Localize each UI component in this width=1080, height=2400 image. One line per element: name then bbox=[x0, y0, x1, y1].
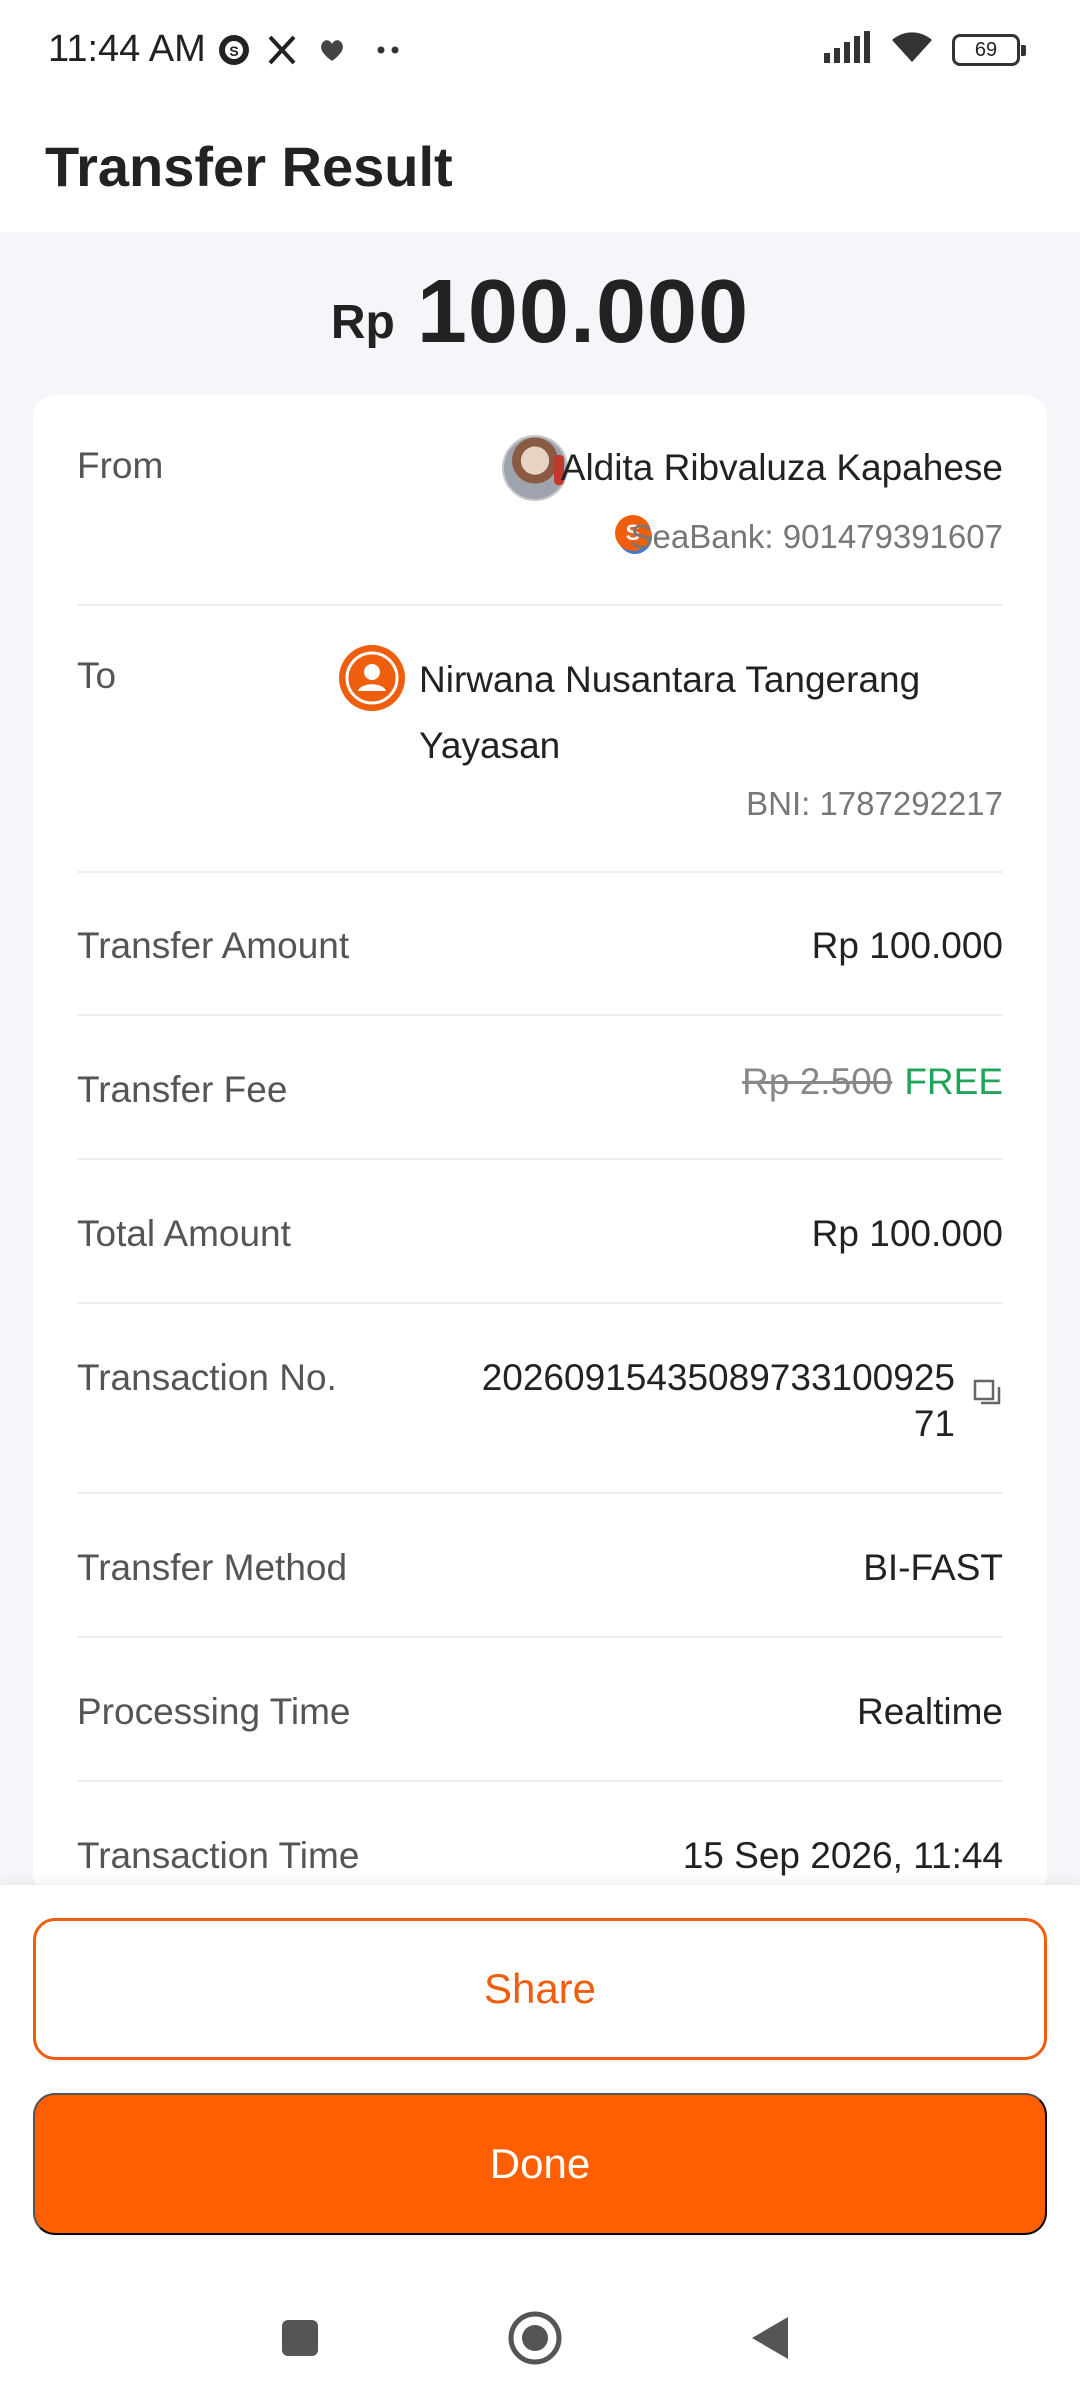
svg-text:S: S bbox=[229, 43, 238, 59]
transaction-no-line2: 71 bbox=[913, 1403, 955, 1444]
status-bar: 11:44 AM S 69 bbox=[0, 0, 1080, 104]
copy-icon[interactable] bbox=[971, 1377, 1003, 1409]
transaction-no-label: Transaction No. bbox=[77, 1357, 337, 1398]
transfer-fee-value: Rp 2.500 FREE bbox=[742, 1061, 1003, 1103]
recipient-account: BNI: 1787292217 bbox=[746, 785, 1003, 822]
amount-header: Rp 100.000 bbox=[0, 232, 1080, 392]
divider bbox=[77, 1158, 1003, 1160]
recipient-avatar bbox=[339, 645, 405, 711]
free-badge: FREE bbox=[904, 1061, 1003, 1102]
transfer-amount-value: Rp 100.000 bbox=[811, 925, 1003, 966]
to-row: To Nirwana Nusantara Tangerang Yayasan B… bbox=[77, 645, 1003, 825]
from-row: From Aldita Ribvaluza Kapahese S SeaBank… bbox=[77, 435, 1003, 595]
to-label: To bbox=[77, 655, 117, 696]
battery-icon: 69 bbox=[952, 33, 1026, 66]
signal-icon bbox=[822, 31, 872, 68]
recipient-name-line1: Nirwana Nusantara Tangerang bbox=[419, 659, 921, 700]
from-label: From bbox=[77, 445, 164, 486]
x-icon bbox=[262, 30, 302, 70]
user-icon bbox=[345, 651, 399, 705]
done-button[interactable]: Done bbox=[33, 2093, 1047, 2235]
total-amount-row: Total Amount Rp 100.000 bbox=[77, 1213, 1003, 1273]
processing-time-row: Processing Time Realtime bbox=[77, 1691, 1003, 1751]
sender-name: Aldita Ribvaluza Kapahese bbox=[560, 447, 1003, 488]
transfer-method-label: Transfer Method bbox=[77, 1547, 348, 1588]
sender-account: SeaBank: 901479391607 bbox=[630, 518, 1003, 555]
amount-value: 100.000 bbox=[416, 261, 750, 362]
transfer-details-card: From Aldita Ribvaluza Kapahese S SeaBank… bbox=[33, 395, 1047, 1895]
back-icon[interactable] bbox=[740, 2308, 800, 2368]
heart-icon bbox=[312, 30, 352, 70]
processing-time-label: Processing Time bbox=[77, 1691, 351, 1732]
transfer-fee-row: Transfer Fee Rp 2.500 FREE bbox=[77, 1061, 1003, 1121]
home-icon[interactable] bbox=[505, 2308, 565, 2368]
divider bbox=[77, 1492, 1003, 1494]
transaction-no-line1: 2026091543508973310092​5 bbox=[481, 1357, 955, 1398]
transfer-fee-label: Transfer Fee bbox=[77, 1069, 288, 1110]
system-nav-bar bbox=[0, 2260, 1080, 2400]
sender-avatar bbox=[502, 435, 568, 501]
transfer-amount-row: Transfer Amount Rp 100.000 bbox=[77, 925, 1003, 985]
divider bbox=[77, 1014, 1003, 1016]
transfer-method-value: BI-FAST bbox=[863, 1547, 1003, 1588]
recents-icon[interactable] bbox=[270, 2308, 330, 2368]
share-button[interactable]: Share bbox=[33, 1918, 1047, 2060]
page-title: Transfer Result bbox=[45, 135, 453, 198]
processing-time-value: Realtime bbox=[857, 1691, 1003, 1732]
more-dots-icon bbox=[368, 30, 408, 70]
recipient-name-line2: Yayasan bbox=[419, 725, 561, 766]
seabank-notification-icon: S bbox=[214, 30, 254, 70]
transaction-time-label: Transaction Time bbox=[77, 1835, 360, 1876]
divider bbox=[77, 871, 1003, 873]
divider bbox=[77, 1302, 1003, 1304]
divider bbox=[77, 1780, 1003, 1782]
total-amount-label: Total Amount bbox=[77, 1213, 291, 1254]
title-bar: Transfer Result bbox=[0, 104, 1080, 232]
transfer-method-row: Transfer Method BI-FAST bbox=[77, 1547, 1003, 1607]
amount-currency: Rp bbox=[330, 295, 395, 349]
transaction-time-value: 15 Sep 2026, 11:44 bbox=[682, 1835, 1003, 1876]
wifi-icon bbox=[890, 30, 934, 69]
total-amount-value: Rp 100.000 bbox=[811, 1213, 1003, 1254]
transfer-amount-label: Transfer Amount bbox=[77, 925, 350, 966]
status-time: 11:44 AM bbox=[48, 28, 206, 70]
divider bbox=[77, 604, 1003, 606]
transaction-no-row: Transaction No. 2026091543508973310092​5… bbox=[77, 1357, 1003, 1477]
divider bbox=[77, 1636, 1003, 1638]
original-fee: Rp 2.500 bbox=[742, 1061, 893, 1102]
